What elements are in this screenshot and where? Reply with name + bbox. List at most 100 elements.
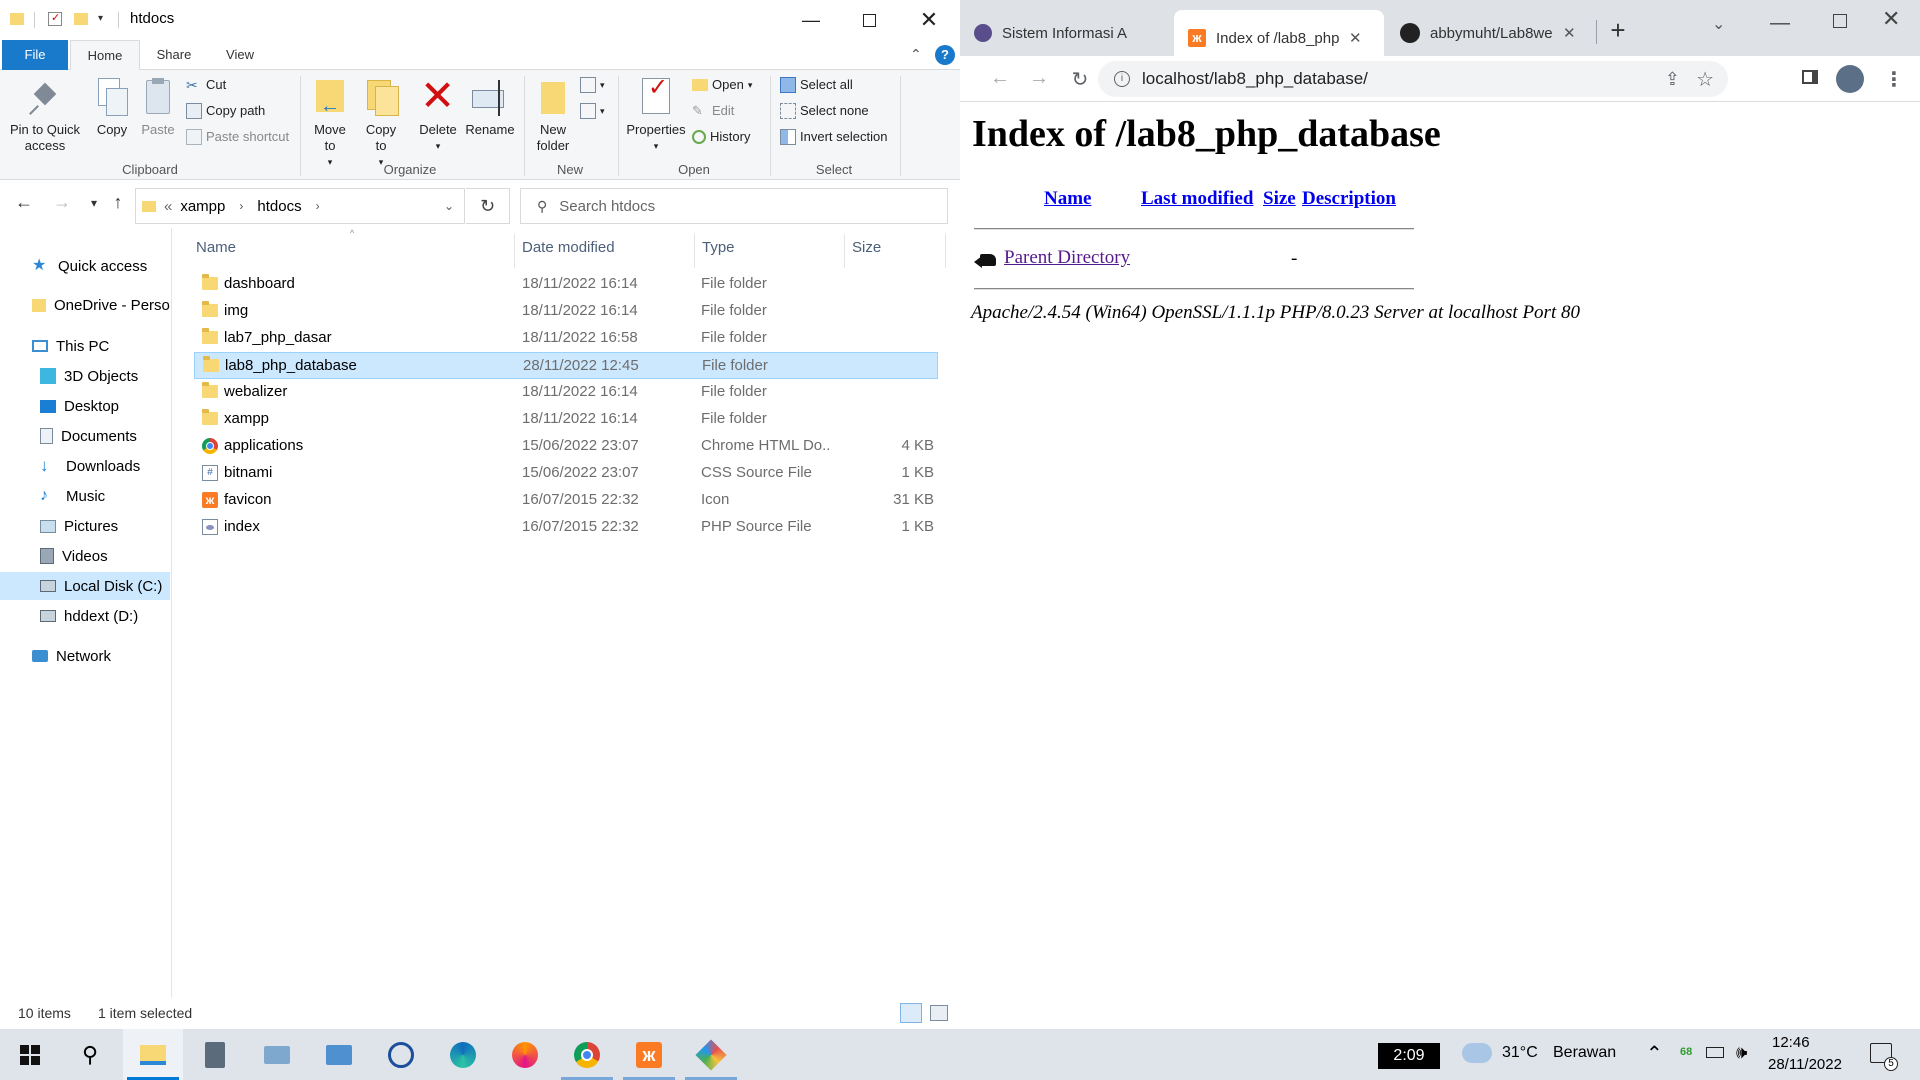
edit-button[interactable]: ✎ Edit <box>692 100 734 122</box>
pin-to-quick-access-button[interactable]: Pin to Quick access <box>4 70 86 154</box>
divider[interactable] <box>844 234 845 268</box>
profile-avatar[interactable] <box>1836 65 1864 93</box>
tab-share[interactable]: Share <box>144 40 204 70</box>
nav-videos[interactable]: Videos <box>0 542 170 570</box>
file-row[interactable]: # bitnami 15/06/2022 23:07 CSS Source Fi… <box>194 460 938 487</box>
divider[interactable] <box>514 234 515 268</box>
new-tab-plus-icon[interactable]: + <box>1600 15 1636 46</box>
address-overflow[interactable]: « <box>164 198 172 215</box>
help-icon[interactable]: ? <box>935 45 955 65</box>
chevron-right-icon[interactable]: › <box>316 199 320 213</box>
address-dropdown-icon[interactable]: ⌄ <box>444 199 454 213</box>
easy-access-button[interactable]: ▾ <box>580 100 605 122</box>
search-input[interactable]: ⚲ Search htdocs <box>520 188 948 224</box>
speaker-icon[interactable]: 🕪 <box>1736 1042 1747 1063</box>
start-button[interactable] <box>0 1029 60 1080</box>
tab-close-icon[interactable]: ✕ <box>1349 29 1362 47</box>
nav-documents[interactable]: Documents <box>0 422 170 450</box>
sort-by-last-modified-link[interactable]: Last modified <box>1141 188 1253 210</box>
nav-3d-objects[interactable]: 3D Objects <box>0 362 170 390</box>
paste-button[interactable]: Paste <box>138 70 178 138</box>
tab-sistem-informasi[interactable]: Sistem Informasi A <box>960 12 1172 54</box>
up-arrow-icon[interactable]: ↑ <box>106 192 130 213</box>
file-explorer-taskbar-icon[interactable] <box>123 1029 183 1080</box>
tab-close-icon[interactable]: ✕ <box>1563 24 1576 42</box>
column-header-name[interactable]: Name <box>196 228 486 268</box>
minimize-button[interactable]: — <box>1770 12 1790 35</box>
paste-shortcut-button[interactable]: Paste shortcut <box>186 126 289 148</box>
minimize-button[interactable]: — <box>782 0 840 40</box>
column-header-type[interactable]: Type <box>702 228 812 268</box>
control-panel-icon[interactable] <box>309 1029 369 1080</box>
sort-by-size-link[interactable]: Size <box>1263 188 1296 210</box>
nav-music[interactable]: ♪ Music <box>0 482 170 510</box>
file-row[interactable]: ж favicon 16/07/2015 22:32 Icon 31 KB <box>194 487 938 514</box>
tab-home[interactable]: Home <box>70 40 140 71</box>
nav-this-pc[interactable]: This PC <box>0 332 170 360</box>
battery-icon[interactable] <box>1706 1047 1724 1058</box>
tab-search-chevron-icon[interactable]: ⌄ <box>1712 14 1725 34</box>
nav-onedrive[interactable]: OneDrive - Persor <box>0 291 170 319</box>
tab-view[interactable]: View <box>210 40 270 70</box>
delete-button[interactable]: ✕ Delete ▾ <box>414 70 462 154</box>
chrome-taskbar-icon[interactable] <box>557 1029 617 1080</box>
close-button[interactable]: ✕ <box>900 0 958 40</box>
nav-network[interactable]: Network <box>0 642 170 670</box>
back-arrow-icon[interactable]: ← <box>12 192 36 213</box>
maximize-button[interactable] <box>1833 14 1847 28</box>
collapse-ribbon-icon[interactable]: ⌃ <box>910 46 922 63</box>
file-row[interactable]: lab7_php_dasar 18/11/2022 16:58 File fol… <box>194 325 938 352</box>
copy-path-button[interactable]: Copy path <box>186 100 265 122</box>
cut-button[interactable]: ✂ Cut <box>186 74 226 96</box>
recent-locations-chevron-icon[interactable]: ▾ <box>82 196 106 210</box>
close-button[interactable]: ✕ <box>1882 6 1900 32</box>
tab-github[interactable]: abbymuht/Lab8we ✕ <box>1386 12 1596 54</box>
battery-badge[interactable]: 68 <box>1680 1046 1692 1058</box>
weather-temp[interactable]: 31°C <box>1502 1044 1538 1062</box>
calculator-icon[interactable] <box>185 1029 245 1080</box>
column-header-date[interactable]: Date modified <box>522 228 692 268</box>
tab-file[interactable]: File <box>2 40 68 70</box>
move-to-button[interactable]: ← Move to ▾ <box>306 70 354 170</box>
large-icons-view-icon[interactable] <box>930 1005 948 1021</box>
copy-button[interactable]: Copy <box>86 70 138 138</box>
divider[interactable] <box>694 234 695 268</box>
new-item-button[interactable]: ▾ <box>580 74 605 96</box>
breadcrumb-xampp[interactable]: xampp <box>180 198 225 215</box>
file-row[interactable]: applications 15/06/2022 23:07 Chrome HTM… <box>194 433 938 460</box>
file-row[interactable]: index 16/07/2015 22:32 PHP Source File 1… <box>194 514 938 541</box>
url-text[interactable]: localhost/lab8_php_database/ <box>1142 69 1368 89</box>
copy-to-button[interactable]: Copy to ▾ <box>357 70 405 170</box>
nav-desktop[interactable]: Desktop <box>0 392 170 420</box>
properties-qat-icon[interactable]: ✓ <box>48 10 66 28</box>
file-row[interactable]: dashboard 18/11/2022 16:14 File folder <box>194 271 938 298</box>
address-field[interactable]: « xampp › htdocs › ⌄ <box>135 188 465 224</box>
file-row[interactable]: xampp 18/11/2022 16:14 File folder <box>194 406 938 433</box>
parent-directory-link[interactable]: Parent Directory <box>1004 247 1130 269</box>
back-arrow-icon[interactable]: ← <box>988 67 1012 90</box>
chevron-right-icon[interactable]: › <box>239 199 243 213</box>
edge-icon[interactable] <box>433 1029 493 1080</box>
share-icon[interactable]: ⇪ <box>1665 69 1680 90</box>
clock-time[interactable]: 12:46 <box>1772 1034 1810 1051</box>
qat-dropdown-icon[interactable]: ▾ <box>98 13 116 31</box>
open-button[interactable]: Open ▾ <box>692 74 752 96</box>
new-folder-qat-icon[interactable] <box>74 10 92 28</box>
column-header-size[interactable]: Size <box>852 228 932 268</box>
rename-button[interactable]: Rename <box>464 70 516 138</box>
info-icon[interactable]: i <box>1114 71 1130 87</box>
maximize-button[interactable] <box>840 0 898 40</box>
nav-downloads[interactable]: ↓ Downloads <box>0 452 170 480</box>
sort-by-name-link[interactable]: Name <box>1044 188 1091 210</box>
nav-quick-access[interactable]: ★ Quick access <box>0 252 170 280</box>
select-all-button[interactable]: Select all <box>780 74 853 96</box>
nav-pictures[interactable]: Pictures <box>0 512 170 540</box>
moon-app-icon[interactable] <box>371 1029 431 1080</box>
new-folder-button[interactable]: New folder <box>530 70 576 154</box>
file-row-selected[interactable]: lab8_php_database 28/11/2022 12:45 File … <box>194 352 938 379</box>
bookmark-star-icon[interactable]: ☆ <box>1696 67 1714 92</box>
firefox-icon[interactable] <box>495 1029 555 1080</box>
divider[interactable] <box>945 234 946 268</box>
forward-arrow-icon[interactable]: → <box>1027 67 1051 90</box>
forward-arrow-icon[interactable]: → <box>50 192 74 213</box>
